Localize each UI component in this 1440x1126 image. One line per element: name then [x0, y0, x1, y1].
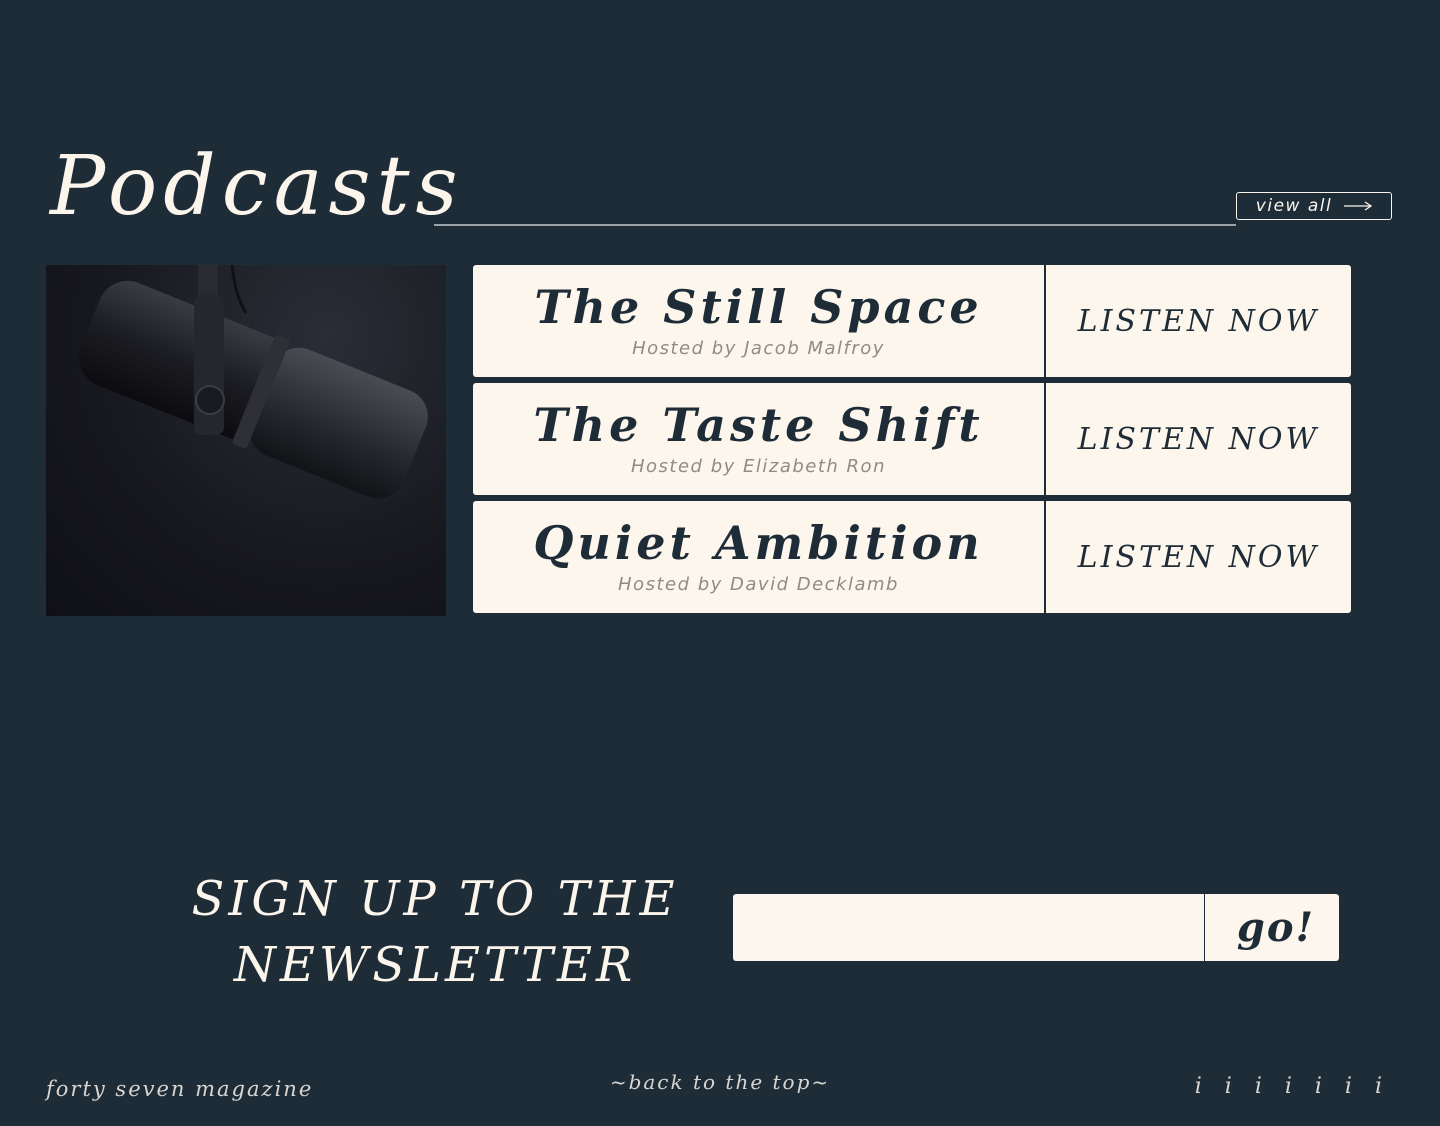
- newsletter-heading-line2: NEWSLETTER: [233, 937, 637, 993]
- podcast-info: The Taste Shift Hosted by Elizabeth Ron: [473, 383, 1046, 495]
- podcast-name: The Still Space: [534, 280, 983, 335]
- email-field[interactable]: [733, 894, 1205, 961]
- podcast-host: Hosted by David Decklamb: [618, 573, 899, 595]
- arrow-right-icon: [1344, 201, 1373, 211]
- listen-now-button[interactable]: LISTEN NOW: [1046, 383, 1351, 495]
- podcast-row: Quiet Ambition Hosted by David Decklamb …: [473, 501, 1351, 613]
- microphone-image: [46, 265, 446, 616]
- newsletter-heading-line1: SIGN UP TO THE: [191, 871, 679, 927]
- newsletter-form: go!: [733, 894, 1339, 961]
- podcast-name: Quiet Ambition: [533, 516, 984, 571]
- view-all-label: view all: [1255, 196, 1333, 216]
- podcast-row: The Still Space Hosted by Jacob Malfroy …: [473, 265, 1351, 377]
- view-all-button[interactable]: view all: [1236, 192, 1392, 220]
- podcast-info: The Still Space Hosted by Jacob Malfroy: [473, 265, 1046, 377]
- footer-brand: forty seven magazine: [46, 1077, 314, 1101]
- listen-now-button[interactable]: LISTEN NOW: [1046, 265, 1351, 377]
- section-title: Podcasts: [50, 139, 464, 234]
- podcast-row: The Taste Shift Hosted by Elizabeth Ron …: [473, 383, 1351, 495]
- microphone-icon: [78, 265, 428, 499]
- podcast-host: Hosted by Jacob Malfroy: [632, 337, 885, 359]
- podcast-host: Hosted by Elizabeth Ron: [631, 455, 886, 477]
- footer-marks: i i i i i i i: [1194, 1074, 1390, 1099]
- podcast-name: The Taste Shift: [533, 398, 984, 453]
- newsletter-heading: SIGN UP TO THE NEWSLETTER: [160, 866, 710, 998]
- back-to-top-link[interactable]: ~back to the top~: [580, 1070, 860, 1094]
- podcast-info: Quiet Ambition Hosted by David Decklamb: [473, 501, 1046, 613]
- listen-now-button[interactable]: LISTEN NOW: [1046, 501, 1351, 613]
- submit-button[interactable]: go!: [1205, 894, 1339, 961]
- title-divider: [434, 224, 1236, 226]
